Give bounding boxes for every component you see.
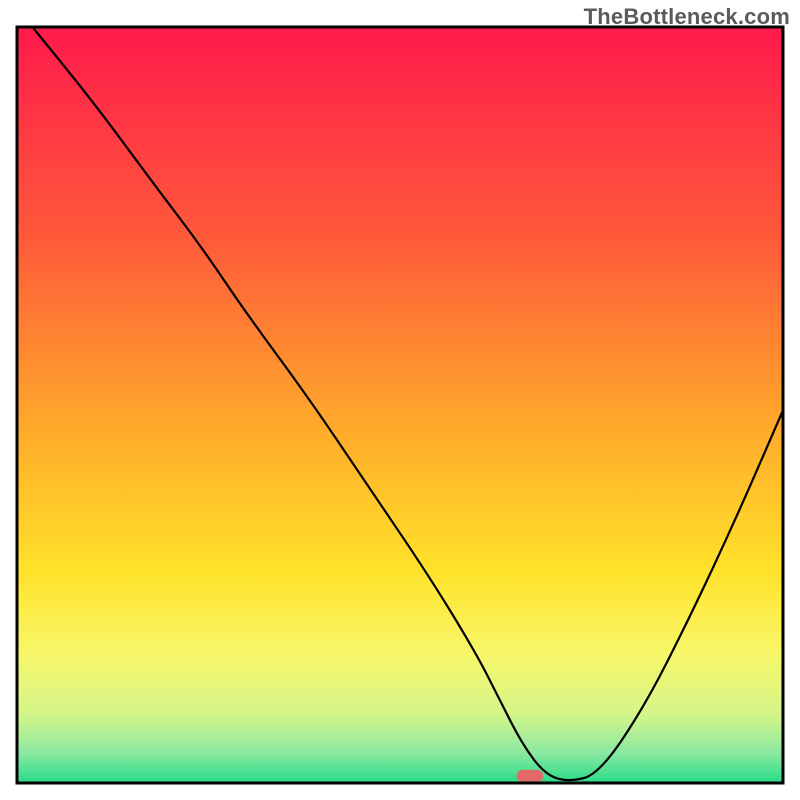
gradient-background	[18, 28, 782, 782]
watermark-text: TheBottleneck.com	[584, 4, 790, 30]
optimal-marker	[517, 770, 544, 782]
bottleneck-chart: TheBottleneck.com	[0, 0, 800, 800]
chart-svg	[0, 0, 800, 800]
